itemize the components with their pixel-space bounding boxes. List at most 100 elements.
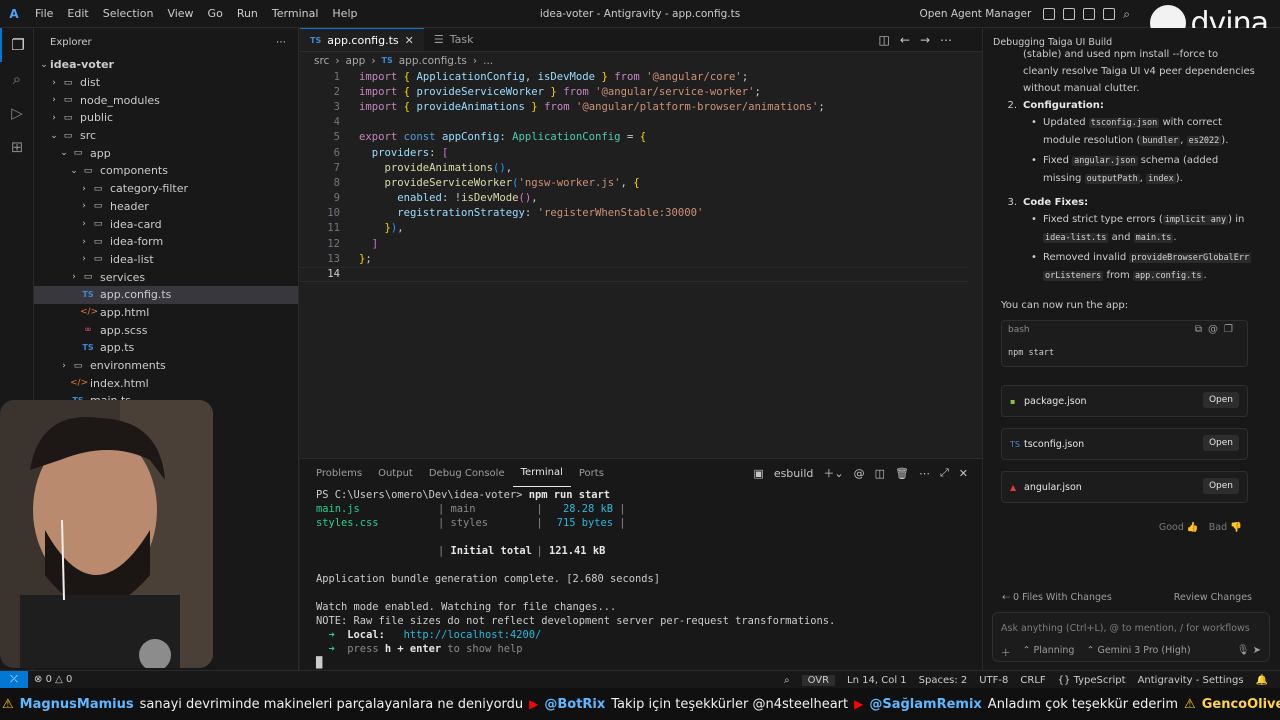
tree-item[interactable]: ⌄ ▭ components bbox=[34, 162, 298, 180]
problems-indicator[interactable]: ⊗ 0 △ 0 bbox=[34, 674, 72, 685]
more-actions-icon[interactable]: ⋯ bbox=[276, 37, 286, 48]
tree-item[interactable]: </> index.html bbox=[34, 374, 298, 392]
open-button[interactable]: Open bbox=[1202, 435, 1239, 451]
tab-app-config[interactable]: TS app.config.ts ✕ bbox=[300, 28, 424, 51]
search-icon[interactable]: ⌕ bbox=[1123, 7, 1130, 22]
indentation[interactable]: Spaces: 2 bbox=[919, 675, 968, 686]
menu-view[interactable]: View bbox=[160, 7, 200, 20]
run-debug-icon[interactable]: ▷ bbox=[0, 96, 34, 130]
menu-run[interactable]: Run bbox=[230, 7, 265, 20]
tab-ports[interactable]: Ports bbox=[571, 459, 612, 487]
file-card-tsconfig-json[interactable]: TS tsconfig.json Open bbox=[1001, 428, 1248, 460]
bad-button[interactable]: Bad 👎 bbox=[1209, 522, 1242, 533]
tree-item[interactable]: › ▭ services bbox=[34, 268, 298, 286]
go-back-icon[interactable]: ← bbox=[900, 33, 910, 47]
line-ending[interactable]: CRLF bbox=[1020, 675, 1045, 686]
toggle-secondary-sidebar-icon[interactable] bbox=[1103, 8, 1116, 20]
toggle-panel-icon[interactable] bbox=[1083, 8, 1096, 20]
search-view-icon[interactable]: ⌕ bbox=[0, 62, 34, 96]
language-mode[interactable]: {} TypeScript bbox=[1058, 675, 1126, 686]
menu-edit[interactable]: Edit bbox=[60, 7, 95, 20]
mode-selector[interactable]: ⌃ Planning bbox=[1023, 645, 1075, 659]
folder-icon: ▭ bbox=[93, 254, 103, 265]
ovr-indicator[interactable]: OVR bbox=[801, 674, 836, 686]
breadcrumb-src[interactable]: src bbox=[314, 55, 329, 67]
files-changed-label[interactable]: ⇠ 0 Files With Changes bbox=[1002, 592, 1112, 606]
menu-go[interactable]: Go bbox=[201, 7, 230, 20]
model-selector[interactable]: ⌃ Gemini 3 Pro (High) bbox=[1086, 645, 1190, 659]
file-card-name: angular.json bbox=[1024, 481, 1082, 493]
tree-item[interactable]: ⌄ ▭ app bbox=[34, 144, 298, 162]
breadcrumb-symbol[interactable]: ... bbox=[483, 55, 493, 67]
task-icon: ☰ bbox=[433, 33, 444, 46]
file-card-angular-json[interactable]: ▲ angular.json Open bbox=[1001, 471, 1248, 503]
notifications-icon[interactable]: 🔔 bbox=[1256, 675, 1268, 686]
tree-item[interactable]: › ▭ idea-card bbox=[34, 215, 298, 233]
tab-task[interactable]: ☰ Task bbox=[424, 28, 484, 51]
local-url-link[interactable]: http://localhost:4200/ bbox=[404, 629, 542, 641]
tree-item[interactable]: TS app.config.ts bbox=[34, 285, 298, 304]
more-actions-icon[interactable]: ⋯ bbox=[940, 33, 952, 47]
language-label: TypeScript bbox=[1073, 674, 1126, 686]
tree-item[interactable]: › ▭ node_modules bbox=[34, 91, 298, 109]
split-editor-icon[interactable]: ◫ bbox=[879, 33, 890, 47]
tree-item[interactable]: › ▭ idea-form bbox=[34, 233, 298, 251]
breadcrumb-app[interactable]: app bbox=[346, 55, 366, 67]
open-button[interactable]: Open bbox=[1202, 478, 1239, 494]
mention-icon[interactable]: @ bbox=[1208, 324, 1224, 335]
new-terminal-icon[interactable]: ＋⌄ bbox=[823, 465, 843, 481]
tree-item[interactable]: ∞ app.scss bbox=[34, 321, 298, 339]
open-agent-manager-button[interactable]: Open Agent Manager bbox=[919, 8, 1031, 20]
tree-item[interactable]: › ▭ dist bbox=[34, 74, 298, 92]
file-card-package-json[interactable]: ▪ package.json Open bbox=[1001, 385, 1248, 417]
settings-status[interactable]: Antigravity - Settings bbox=[1138, 675, 1244, 686]
tree-item[interactable]: ⌄ ▭ src bbox=[34, 127, 298, 145]
review-changes-button[interactable]: Review Changes bbox=[1174, 592, 1252, 606]
tab-problems[interactable]: Problems bbox=[308, 459, 370, 487]
insert-icon[interactable]: ⧉ bbox=[1195, 324, 1208, 335]
menu-help[interactable]: Help bbox=[325, 7, 364, 20]
explorer-icon[interactable]: ❐ bbox=[0, 28, 34, 62]
menu-file[interactable]: File bbox=[28, 7, 60, 20]
terminal-name[interactable]: esbuild bbox=[774, 467, 814, 480]
go-forward-icon[interactable]: → bbox=[920, 33, 930, 47]
tree-item[interactable]: › ▭ public bbox=[34, 109, 298, 127]
tab-debug-console[interactable]: Debug Console bbox=[421, 459, 513, 487]
tree-item[interactable]: › ▭ environments bbox=[34, 357, 298, 375]
cursor-position[interactable]: Ln 14, Col 1 bbox=[847, 675, 907, 686]
more-actions-icon[interactable]: ⋯ bbox=[919, 467, 930, 480]
menu-selection[interactable]: Selection bbox=[96, 7, 161, 20]
good-button[interactable]: Good 👍 bbox=[1159, 522, 1199, 533]
close-panel-icon[interactable]: ✕ bbox=[959, 467, 968, 480]
toggle-sidebar-icon[interactable] bbox=[1063, 8, 1076, 20]
menu-terminal[interactable]: Terminal bbox=[265, 7, 326, 20]
copy-icon[interactable]: ❐ bbox=[1224, 324, 1239, 335]
tree-item[interactable]: </> app.html bbox=[34, 304, 298, 322]
encoding[interactable]: UTF-8 bbox=[979, 675, 1008, 686]
microphone-icon[interactable]: 🎙 bbox=[1237, 645, 1250, 656]
layout-icon[interactable] bbox=[1043, 8, 1056, 20]
tree-item[interactable]: TS app.ts bbox=[34, 339, 298, 357]
chat-message: sanayi devriminde makineleri parçalayanl… bbox=[139, 696, 524, 712]
tab-output[interactable]: Output bbox=[370, 459, 421, 487]
extensions-icon[interactable]: ⊞ bbox=[0, 130, 34, 164]
chat-input[interactable]: Ask anything (Ctrl+L), @ to mention, / f… bbox=[992, 612, 1270, 662]
open-button[interactable]: Open bbox=[1202, 392, 1239, 408]
trash-icon[interactable]: 🗑 bbox=[895, 467, 909, 480]
code-editor[interactable]: 1 import { ApplicationConfig, isDevMode }… bbox=[300, 69, 982, 282]
maximize-panel-icon[interactable]: ⤢ bbox=[940, 466, 949, 480]
tab-terminal[interactable]: Terminal bbox=[512, 459, 571, 487]
add-context-icon[interactable]: ＋ bbox=[1001, 645, 1011, 659]
mention-icon[interactable]: @ bbox=[854, 467, 865, 480]
tree-item[interactable]: › ▭ idea-list bbox=[34, 251, 298, 269]
tree-item[interactable]: › ▭ header bbox=[34, 198, 298, 216]
tree-item[interactable]: › ▭ category-filter bbox=[34, 180, 298, 198]
split-terminal-icon[interactable]: ◫ bbox=[875, 467, 885, 480]
zoom-icon[interactable]: ⌕ bbox=[784, 675, 790, 686]
close-icon[interactable]: ✕ bbox=[405, 34, 414, 47]
send-icon[interactable]: ➤ bbox=[1253, 645, 1261, 656]
breadcrumb-file[interactable]: app.config.ts bbox=[399, 55, 467, 67]
remote-indicator-icon[interactable]: ⤫ bbox=[0, 670, 28, 689]
tree-root[interactable]: ⌄ idea-voter bbox=[34, 56, 298, 74]
terminal-output[interactable]: PS C:\Users\omero\Dev\idea-voter> npm ru… bbox=[300, 487, 982, 673]
